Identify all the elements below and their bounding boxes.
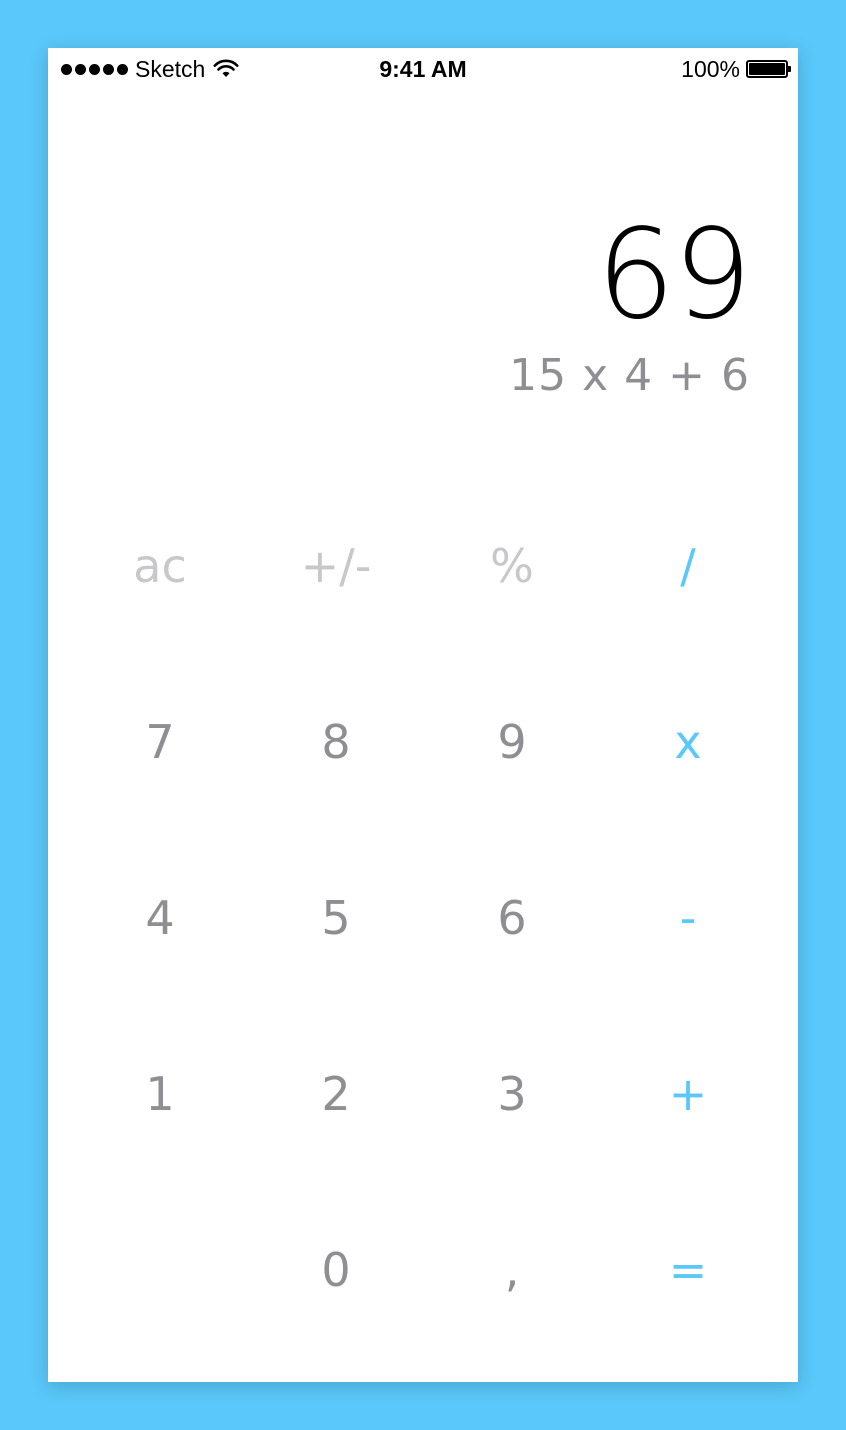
percent-button[interactable]: %	[424, 478, 600, 654]
digit-7-button[interactable]: 7	[72, 654, 248, 830]
subtract-button[interactable]: -	[600, 830, 776, 1006]
add-button[interactable]: +	[600, 1006, 776, 1182]
status-right: 100%	[681, 55, 791, 82]
expression-display: 15 x 4 + 6	[509, 350, 750, 401]
multiply-button[interactable]: x	[600, 654, 776, 830]
equals-button[interactable]: =	[600, 1182, 776, 1358]
digit-9-button[interactable]: 9	[424, 654, 600, 830]
result-display: 69	[596, 203, 752, 347]
key-row: 4 5 6 -	[72, 830, 776, 1006]
digit-4-button[interactable]: 4	[72, 830, 248, 1006]
battery-percent: 100%	[681, 55, 740, 82]
digit-5-button[interactable]: 5	[248, 830, 424, 1006]
key-row: 0 , =	[72, 1182, 776, 1358]
digit-8-button[interactable]: 8	[248, 654, 424, 830]
divide-button[interactable]: /	[600, 478, 776, 654]
all-clear-button[interactable]: ac	[72, 478, 248, 654]
phone-screen: Sketch 9:41 AM 100% 69 15 x 4 + 6 ac +/-…	[48, 48, 798, 1382]
status-bar: Sketch 9:41 AM 100%	[48, 48, 798, 88]
battery-icon	[746, 60, 791, 78]
digit-3-button[interactable]: 3	[424, 1006, 600, 1182]
decimal-button[interactable]: ,	[424, 1182, 600, 1358]
digit-2-button[interactable]: 2	[248, 1006, 424, 1182]
key-row: 1 2 3 +	[72, 1006, 776, 1182]
sign-toggle-button[interactable]: +/-	[248, 478, 424, 654]
key-row: ac +/- % /	[72, 478, 776, 654]
digit-1-button[interactable]: 1	[72, 1006, 248, 1182]
digit-6-button[interactable]: 6	[424, 830, 600, 1006]
key-row: 7 8 9 x	[72, 654, 776, 830]
empty-key-slot	[72, 1182, 248, 1358]
keypad: ac +/- % / 7 8 9 x 4 5 6 - 1 2 3 + 0 , =	[72, 478, 776, 1358]
digit-0-button[interactable]: 0	[248, 1182, 424, 1358]
